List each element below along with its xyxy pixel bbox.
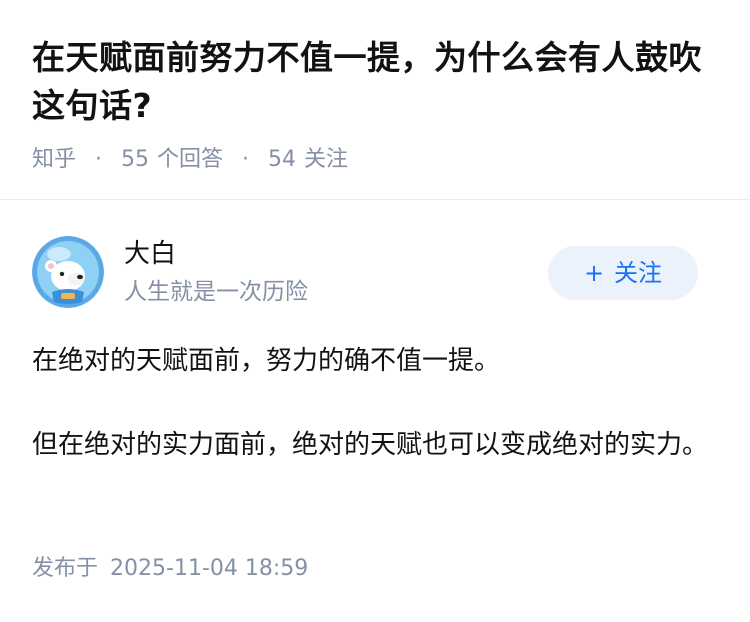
follow-button-label: 关注 [614, 259, 663, 287]
separator-dot: · [242, 147, 250, 172]
polar-bear-astronaut-icon [32, 236, 104, 308]
answer-count: 55 [121, 147, 150, 172]
answer-paragraph: 但在绝对的实力面前，绝对的天赋也可以变成绝对的实力。 [32, 430, 709, 460]
author-bio: 人生就是一次历险 [124, 279, 308, 305]
follow-button[interactable]: + 关注 [548, 246, 698, 300]
publish-timestamp: 2025-11-04 18:59 [110, 556, 309, 581]
answer-count-label: 个回答 [157, 147, 224, 172]
answer-count-link[interactable]: 55 个回答 [121, 147, 230, 172]
avatar[interactable] [32, 236, 104, 308]
author-name[interactable]: 大白 [124, 236, 308, 272]
source-label[interactable]: 知乎 [32, 147, 76, 172]
answer-paragraph: 在绝对的天赋面前，努力的确不值一提。 [32, 346, 501, 376]
author-row: 大白 人生就是一次历险 + 关注 [32, 236, 718, 308]
publish-time: 发布于 2025-11-04 18:59 [32, 554, 308, 584]
separator-dot: · [95, 147, 103, 172]
follow-count-info: 54 关注 [268, 147, 348, 172]
question-meta: 知乎 · 55 个回答 · 54 关注 [32, 145, 348, 175]
follow-count: 54 [268, 147, 297, 172]
question-header: 在天赋面前努力不值一提，为什么会有人鼓吹这句话? [32, 34, 722, 130]
publish-label: 发布于 [32, 556, 99, 581]
author-info: 大白 人生就是一次历险 [124, 236, 308, 308]
plus-icon: + [583, 259, 605, 287]
follow-count-label: 关注 [304, 147, 349, 172]
answer-body: 在绝对的天赋面前，努力的确不值一提。 但在绝对的实力面前，绝对的天赋也可以变成绝… [32, 338, 722, 506]
section-divider [0, 199, 750, 200]
question-title[interactable]: 在天赋面前努力不值一提，为什么会有人鼓吹这句话? [32, 34, 722, 130]
